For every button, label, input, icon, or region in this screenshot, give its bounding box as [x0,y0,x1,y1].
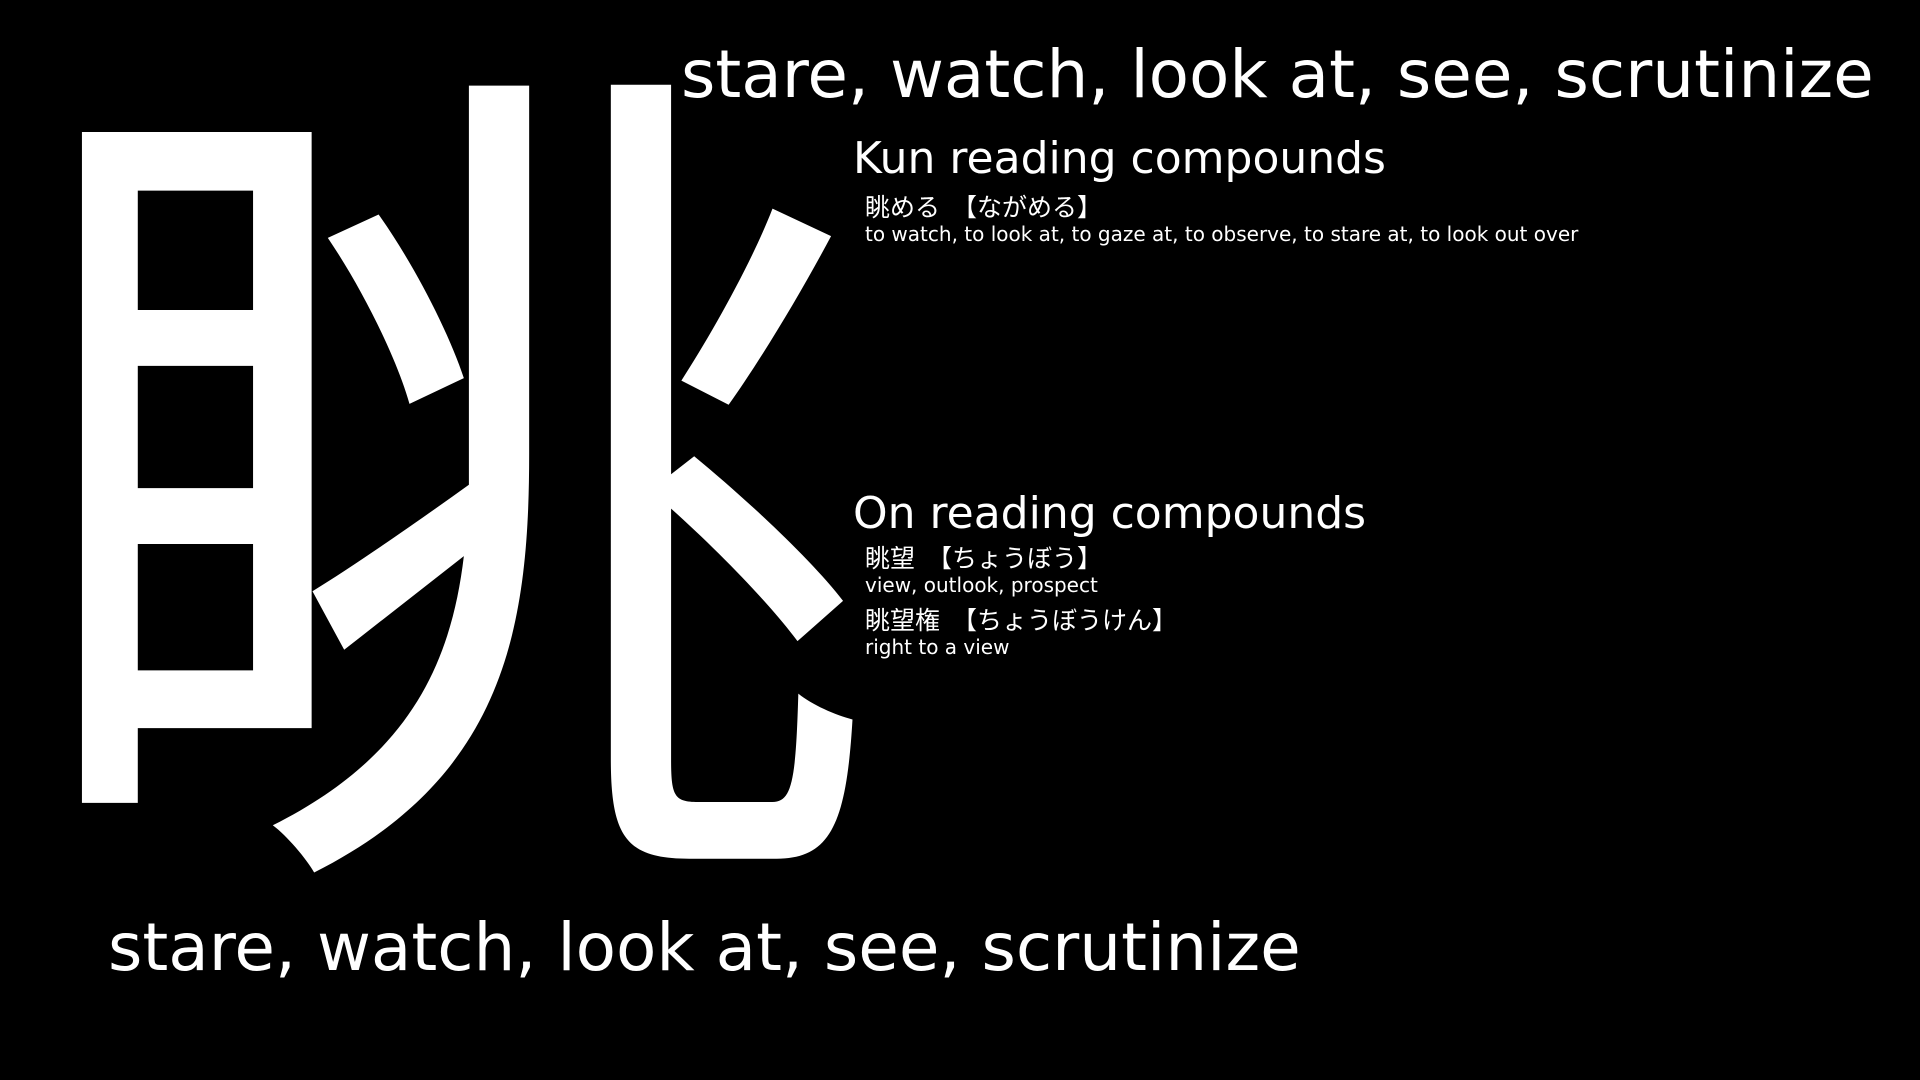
kun-section-title: Kun reading compounds [853,133,1386,184]
compound-gloss: view, outlook, prospect [865,573,1098,597]
kanji-card: 眺 stare, watch, look at, see, scrutinize… [0,0,1920,1080]
compound-reading: 【ちょうぼう】 [927,544,1103,573]
on-compound-entry: 眺望権 【ちょうぼうけん】 right to a view [865,606,1853,658]
compound-word-line: 眺望権 【ちょうぼうけん】 [865,606,1853,636]
compound-word-line: 眺める 【ながめる】 [865,193,1853,223]
compound-word: 眺望権 [865,606,941,635]
compound-gloss: to watch, to look at, to gaze at, to obs… [865,222,1579,246]
meaning-top: stare, watch, look at, see, scrutinize [681,36,1874,113]
on-compound-entry: 眺望 【ちょうぼう】 view, outlook, prospect [865,544,1853,596]
compound-word: 眺望 [865,544,916,573]
compound-reading: 【ちょうぼうけん】 [952,606,1178,635]
kanji-character: 眺 [20,4,880,1005]
on-reading-section: On reading compounds 眺望 【ちょうぼう】 view, out… [853,484,1853,658]
compound-gloss: right to a view [865,635,1010,659]
compound-reading: 【ながめる】 [952,193,1103,222]
kun-compound-entry: 眺める 【ながめる】 to watch, to look at, to gaze … [865,193,1853,245]
kun-reading-section: Kun reading compounds 眺める 【ながめる】 to watch… [853,129,1853,245]
compound-word-line: 眺望 【ちょうぼう】 [865,544,1853,574]
on-section-title: On reading compounds [853,488,1367,539]
meaning-bottom: stare, watch, look at, see, scrutinize [108,909,1301,986]
compound-word: 眺める [865,193,941,222]
